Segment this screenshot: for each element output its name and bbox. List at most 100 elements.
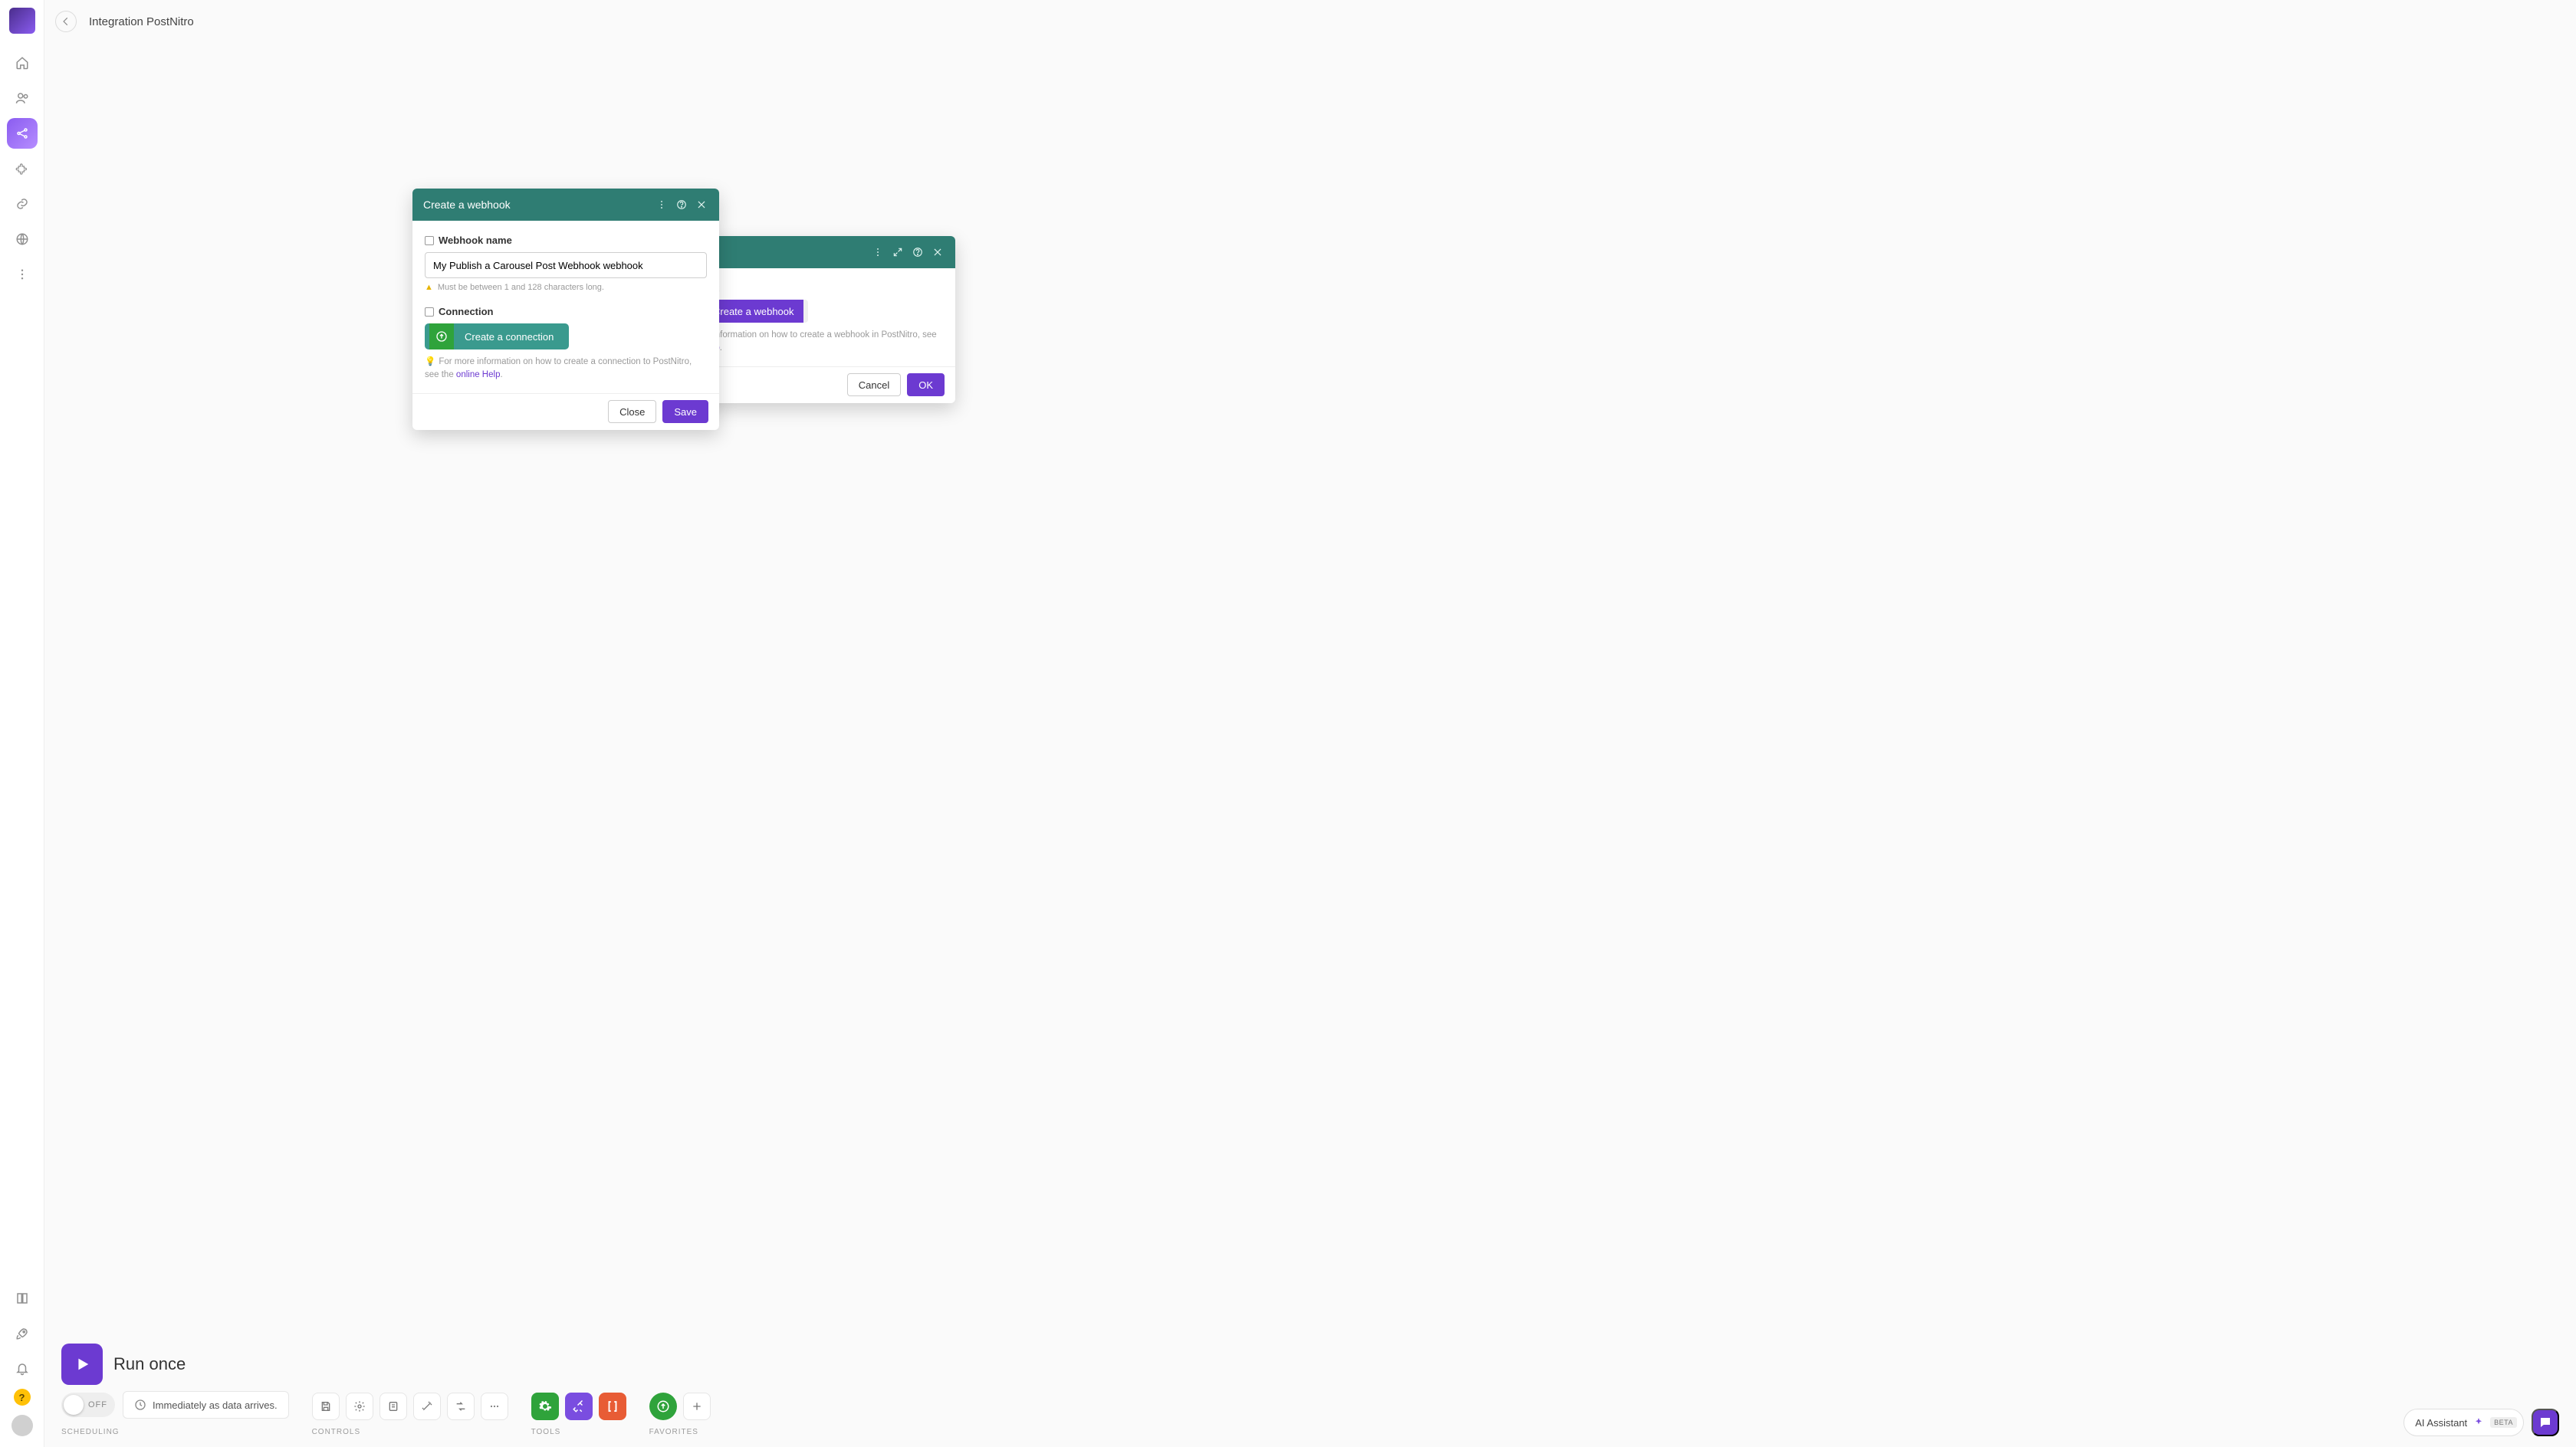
connection-up-icon — [429, 323, 454, 349]
rocket-icon — [15, 1327, 29, 1340]
help-icon — [912, 247, 923, 258]
left-nav-rail: ? — [0, 0, 44, 1447]
nav-notifications[interactable] — [7, 1353, 38, 1384]
favorite-postnitro[interactable] — [649, 1393, 677, 1420]
more-vertical-icon — [15, 267, 29, 281]
ai-assistant-label: AI Assistant — [2415, 1417, 2467, 1429]
book-icon — [15, 1291, 29, 1305]
modal-front-title: Create a webhook — [423, 199, 511, 211]
play-icon — [74, 1356, 90, 1373]
save-button[interactable]: Save — [662, 400, 708, 423]
plus-icon — [691, 1400, 703, 1413]
wand-icon — [421, 1400, 433, 1413]
more-vertical-icon — [656, 199, 667, 210]
share-icon — [15, 126, 29, 140]
nav-team[interactable] — [7, 83, 38, 113]
cancel-button[interactable]: Cancel — [847, 373, 901, 396]
run-once-label: Run once — [113, 1354, 186, 1374]
modal-back-expand[interactable] — [888, 242, 908, 262]
puzzle-icon — [15, 162, 29, 176]
arrow-left-icon — [61, 16, 71, 27]
control-more[interactable] — [481, 1393, 508, 1420]
nav-scenarios[interactable] — [7, 118, 38, 149]
connection-label: Connection — [425, 306, 707, 317]
nav-home[interactable] — [7, 48, 38, 78]
modal-front-close[interactable] — [692, 195, 711, 215]
save-icon — [320, 1400, 332, 1413]
control-notes[interactable] — [380, 1393, 407, 1420]
nav-whats-new[interactable] — [7, 1318, 38, 1349]
globe-icon — [15, 232, 29, 246]
nav-connections[interactable] — [7, 189, 38, 219]
nav-webhooks[interactable] — [7, 224, 38, 254]
scheduling-caption: SCHEDULING — [61, 1428, 289, 1436]
connection-help-tip: 💡For more information on how to create a… — [425, 356, 707, 382]
toggle-state-label: OFF — [88, 1400, 107, 1409]
modal-front-more[interactable] — [652, 195, 672, 215]
modal-back-help[interactable] — [908, 242, 928, 262]
modal-back-more[interactable] — [868, 242, 888, 262]
scheduling-toggle[interactable]: OFF — [61, 1393, 115, 1417]
favorites-caption: FAVORITES — [649, 1428, 711, 1436]
control-explain[interactable] — [447, 1393, 475, 1420]
add-favorite[interactable] — [683, 1393, 711, 1420]
close-button[interactable]: Close — [608, 400, 656, 423]
schedule-text: Immediately as data arrives. — [153, 1399, 278, 1411]
controls-caption: CONTROLS — [312, 1428, 508, 1436]
create-webhook-modal: Create a webhook Webhook name ▲ Must be … — [412, 189, 719, 430]
webhook-name-input[interactable] — [425, 252, 707, 278]
online-help-link[interactable]: online Help — [456, 370, 501, 379]
expand-icon — [892, 247, 903, 258]
create-webhook-label: Create a webhook — [713, 306, 794, 317]
bell-icon — [15, 1362, 29, 1376]
modal-back-close[interactable] — [928, 242, 948, 262]
control-align[interactable] — [413, 1393, 441, 1420]
team-icon — [15, 91, 29, 105]
webhook-up-icon — [656, 1399, 670, 1413]
user-avatar[interactable] — [12, 1415, 33, 1436]
modal-front-header[interactable]: Create a webhook — [412, 189, 719, 221]
tool-flow-control[interactable] — [531, 1393, 559, 1420]
help-badge[interactable]: ? — [14, 1389, 31, 1406]
home-icon — [15, 56, 29, 70]
warning-icon: ▲ — [425, 283, 433, 292]
top-bar: Integration PostNitro — [0, 0, 2576, 43]
control-settings[interactable] — [346, 1393, 373, 1420]
create-connection-label: Create a connection — [454, 331, 564, 343]
tools-caption: TOOLS — [531, 1428, 626, 1436]
note-icon — [387, 1400, 399, 1413]
validation-message: ▲ Must be between 1 and 128 characters l… — [425, 283, 707, 292]
link-icon — [15, 197, 29, 211]
ai-fab-button[interactable] — [2532, 1409, 2559, 1436]
gear-icon — [353, 1400, 366, 1413]
more-vertical-icon — [872, 247, 883, 258]
lightbulb-icon: 💡 — [425, 357, 435, 366]
more-horizontal-icon — [488, 1400, 501, 1413]
back-button[interactable] — [55, 11, 77, 32]
flow-icon — [455, 1400, 467, 1413]
nav-resources[interactable] — [7, 1283, 38, 1314]
scenario-canvas[interactable]: Carousel Post Ready for Publishing ro We… — [44, 43, 2576, 1447]
close-icon — [696, 199, 707, 210]
close-icon — [932, 247, 943, 258]
create-connection-button[interactable]: Create a connection — [425, 323, 569, 349]
help-icon — [676, 199, 687, 210]
nav-more[interactable] — [7, 259, 38, 290]
tool-text-parser[interactable] — [599, 1393, 626, 1420]
wrench-icon — [572, 1399, 586, 1413]
run-once-button[interactable] — [61, 1344, 103, 1385]
app-logo[interactable] — [9, 8, 35, 34]
page-title: Integration PostNitro — [89, 15, 194, 28]
ai-assistant-chip[interactable]: AI Assistant BETA — [2404, 1409, 2524, 1436]
brackets-icon — [606, 1399, 619, 1413]
nav-apps[interactable] — [7, 153, 38, 184]
webhook-name-label: Webhook name — [425, 235, 707, 246]
chat-icon — [2538, 1416, 2552, 1429]
tool-tools[interactable] — [565, 1393, 593, 1420]
clock-icon — [134, 1399, 146, 1411]
control-save[interactable] — [312, 1393, 340, 1420]
schedule-info[interactable]: Immediately as data arrives. — [123, 1391, 289, 1419]
beta-badge: BETA — [2490, 1417, 2517, 1428]
modal-front-help[interactable] — [672, 195, 692, 215]
ok-button[interactable]: OK — [907, 373, 945, 396]
